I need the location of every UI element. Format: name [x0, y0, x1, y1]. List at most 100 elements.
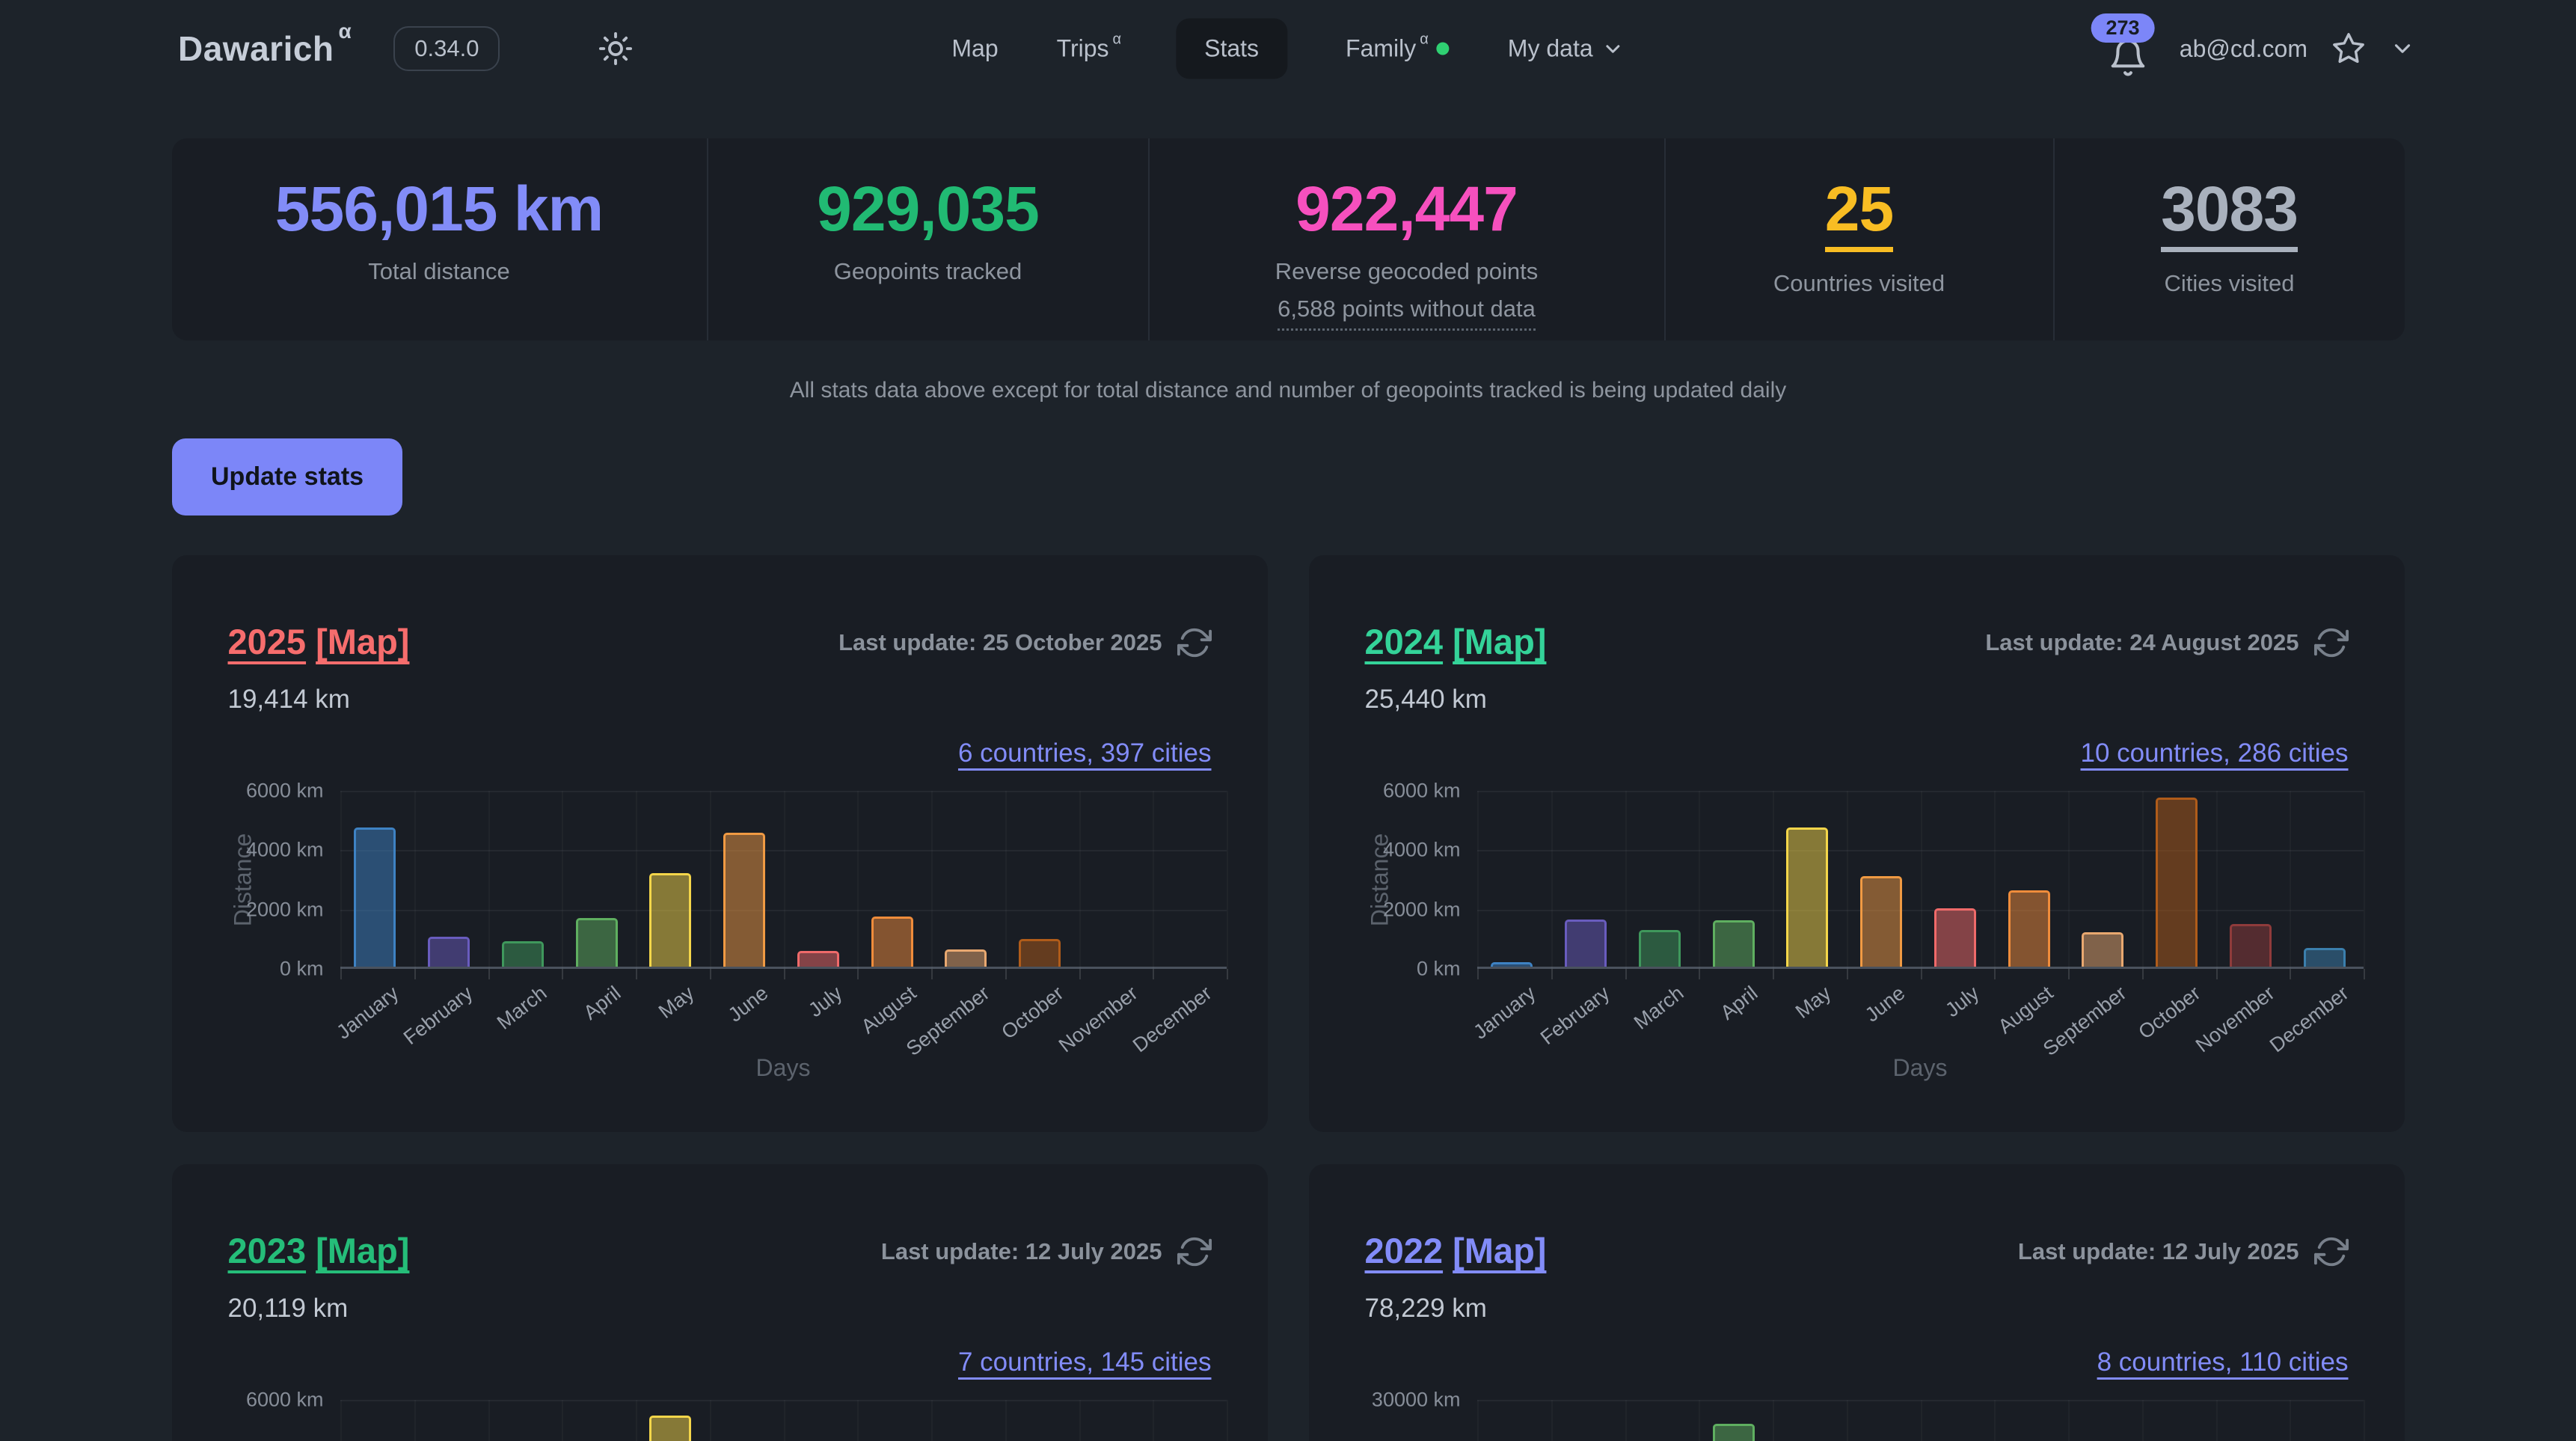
axis-tick — [710, 969, 711, 979]
axis-tick — [2142, 969, 2144, 979]
chevron-down-icon — [1602, 37, 1625, 60]
monthly-distance-chart: Distance 6000 km4000 km2000 km0 km Janua… — [228, 791, 1212, 1124]
nav-item-trips[interactable]: Tripsα — [1057, 35, 1117, 63]
y-axis-ticks: 6000 km4000 km2000 km0 km — [1365, 791, 1461, 969]
bar-june[interactable] — [723, 833, 765, 967]
bar-february[interactable] — [1565, 920, 1607, 967]
bar-september[interactable] — [2082, 932, 2123, 967]
bar-june[interactable] — [1860, 876, 1902, 967]
y-tick-label: 30000 km — [1372, 1389, 1461, 1412]
countries-cities-link[interactable]: 7 countries, 145 cities — [958, 1347, 1212, 1377]
gridline — [710, 1400, 711, 1441]
bar-may[interactable] — [649, 1416, 691, 1441]
bar-january[interactable] — [1491, 962, 1533, 967]
axis-tick — [2068, 969, 2070, 979]
update-stats-button[interactable]: Update stats — [172, 438, 402, 515]
x-tick-label: November — [2191, 982, 2278, 1057]
x-tick-label: August — [1993, 982, 2057, 1038]
points-without-data-link[interactable]: 6,588 points without data — [1278, 296, 1536, 331]
last-update-text: Last update: 12 July 2025 — [881, 1238, 1162, 1265]
stat-value[interactable]: 3083 — [2161, 177, 2298, 252]
nav-item-map[interactable]: Map — [951, 35, 998, 63]
year-distance: 78,229 km — [1365, 1294, 2349, 1324]
bar-april[interactable] — [1713, 1424, 1755, 1441]
user-menu-chevron-icon[interactable] — [2390, 36, 2415, 61]
bar-april[interactable] — [1713, 920, 1755, 967]
bar-march[interactable] — [502, 941, 544, 967]
axis-tick — [1773, 969, 1774, 979]
countries-cities-link[interactable]: 8 countries, 110 cities — [2097, 1347, 2349, 1377]
theme-toggle-button[interactable] — [598, 31, 633, 66]
nav-item-my-data[interactable]: My data — [1508, 35, 1625, 63]
refresh-icon[interactable] — [2314, 625, 2349, 660]
x-tick-label: March — [1629, 982, 1687, 1035]
gridline — [1847, 791, 1848, 969]
axis-tick — [2216, 969, 2218, 979]
x-tick-label: November — [1054, 982, 1141, 1057]
countries-cities-link[interactable]: 6 countries, 397 cities — [958, 738, 1212, 768]
axis-tick — [2290, 969, 2291, 979]
alpha-sup: α — [1113, 31, 1122, 49]
year-map-link[interactable]: 2023 [Map] — [228, 1230, 410, 1271]
x-tick-label: August — [856, 982, 920, 1038]
bar-may[interactable] — [649, 873, 691, 967]
gridline — [1079, 1400, 1081, 1441]
notifications-button[interactable]: 273 — [2108, 19, 2148, 78]
refresh-icon[interactable] — [2314, 1235, 2349, 1269]
bar-august[interactable] — [2008, 890, 2050, 967]
bar-october[interactable] — [1019, 939, 1061, 967]
bar-may[interactable] — [1786, 827, 1828, 967]
bar-november[interactable] — [2230, 924, 2272, 967]
bar-september[interactable] — [945, 949, 987, 967]
bar-january[interactable] — [354, 827, 396, 967]
plot-area — [340, 1400, 1227, 1441]
plot-area — [340, 791, 1227, 969]
x-tick-label: February — [399, 982, 476, 1050]
gridline — [1625, 791, 1627, 969]
notification-count-badge: 273 — [2091, 13, 2154, 43]
nav-item-stats[interactable]: Stats — [1176, 19, 1287, 79]
axis-tick — [488, 969, 490, 979]
gridline — [1551, 791, 1553, 969]
version-badge: 0.34.0 — [393, 26, 500, 71]
stats-update-note: All stats data above except for total di… — [0, 378, 2576, 403]
app-logo[interactable]: Dawarichα — [178, 28, 347, 69]
stats-summary-band: 556,015 km Total distance 929,035 Geopoi… — [172, 138, 2405, 340]
gridline — [1994, 791, 1996, 969]
axis-tick — [1699, 969, 1700, 979]
axis-tick — [1551, 969, 1553, 979]
bar-october[interactable] — [2156, 798, 2198, 967]
bar-december[interactable] — [2304, 948, 2346, 967]
y-tick-label: 4000 km — [246, 839, 324, 862]
gridline — [2142, 1400, 2144, 1441]
user-email[interactable]: ab@cd.com — [2180, 35, 2307, 63]
bar-march[interactable] — [1639, 930, 1681, 967]
refresh-icon[interactable] — [1177, 1235, 1212, 1269]
x-tick-label: February — [1536, 982, 1613, 1050]
refresh-icon[interactable] — [1177, 625, 1212, 660]
bar-august[interactable] — [871, 917, 913, 967]
x-tick-label: December — [1128, 982, 1215, 1057]
stat-value[interactable]: 25 — [1825, 177, 1893, 252]
bar-april[interactable] — [576, 918, 618, 967]
plot-area — [1477, 791, 2364, 969]
bar-july[interactable] — [1934, 908, 1976, 967]
year-map-link[interactable]: 2024 [Map] — [1365, 621, 1547, 662]
year-map-link[interactable]: 2025 [Map] — [228, 621, 410, 662]
axis-tick — [414, 969, 416, 979]
gridline — [2290, 791, 2291, 969]
gridline — [1227, 1400, 1228, 1441]
gridline — [1153, 791, 1154, 969]
stat-label: Reverse geocoded points — [1150, 258, 1664, 285]
year-card-2025: 2025 [Map] Last update: 25 October 2025 … — [172, 555, 1268, 1132]
star-icon[interactable] — [2331, 31, 2366, 66]
nav-item-family[interactable]: Familyα — [1346, 35, 1450, 63]
countries-cities-link[interactable]: 10 countries, 286 cities — [2081, 738, 2349, 768]
navbar: Dawarichα 0.34.0 Map Tripsα Stats Family… — [0, 0, 2576, 97]
axis-tick — [1153, 969, 1154, 979]
gridline — [1005, 1400, 1007, 1441]
year-map-link[interactable]: 2022 [Map] — [1365, 1230, 1547, 1271]
last-update-text: Last update: 25 October 2025 — [838, 629, 1162, 656]
bar-july[interactable] — [797, 951, 839, 967]
bar-february[interactable] — [428, 937, 470, 967]
